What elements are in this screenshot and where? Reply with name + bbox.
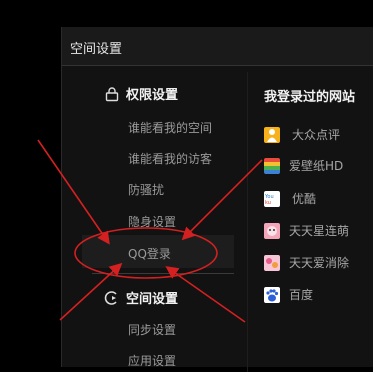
space-section-title: 空间设置	[104, 288, 178, 307]
menu-item-who-can-see-visitors[interactable]: 谁能看我的访客	[128, 150, 212, 167]
site-label: 天天星连萌	[289, 224, 350, 238]
youku-icon: You ku	[264, 190, 280, 207]
site-item-baidu[interactable]: 百度	[264, 286, 313, 303]
baidu-icon	[264, 286, 280, 303]
menu-item-sync-settings[interactable]: 同步设置	[128, 321, 176, 338]
panel-header: 空间设置	[62, 27, 373, 66]
menu-item-invisible-settings[interactable]: 隐身设置	[128, 213, 176, 230]
section-divider	[92, 273, 234, 274]
site-item-aibizhi[interactable]: 爱壁纸HD	[264, 157, 343, 174]
site-label: 大众点评	[292, 128, 341, 142]
svg-text:ku: ku	[265, 200, 271, 206]
site-label: 爱壁纸HD	[289, 159, 344, 173]
settings-panel: 空间设置 权限设置 谁能看我的空间 谁能看我的访客 防骚扰 隐身设置 QQ登录 …	[61, 27, 373, 372]
site-item-tiantian-aixiaochu[interactable]: 天天爱消除	[264, 254, 349, 271]
permission-section-label: 权限设置	[126, 88, 179, 103]
site-label: 百度	[289, 288, 314, 302]
tiantian-aixiaochu-icon	[264, 254, 280, 271]
site-item-tiantian-xinglianmeng[interactable]: 天天星连萌	[264, 222, 349, 239]
menu-item-app-settings[interactable]: 应用设置	[128, 352, 176, 369]
site-label: 天天爱消除	[289, 256, 350, 270]
dianping-icon	[264, 126, 280, 143]
space-settings-icon	[104, 290, 120, 306]
permission-section-title: 权限设置	[104, 84, 178, 103]
space-section-label: 空间设置	[126, 292, 179, 307]
sites-title: 我登录过的网站	[264, 90, 356, 105]
site-label: 优酷	[292, 192, 317, 206]
column-divider	[247, 72, 248, 372]
lock-icon	[104, 86, 120, 102]
aibizhi-icon	[264, 157, 280, 174]
page-title: 空间设置	[70, 42, 123, 57]
site-item-dianping[interactable]: 大众点评	[264, 126, 340, 143]
menu-item-anti-harassment[interactable]: 防骚扰	[128, 181, 164, 198]
menu-item-who-can-see-space[interactable]: 谁能看我的空间	[128, 119, 212, 136]
tiantian-xinglianmeng-icon	[264, 222, 280, 239]
site-item-youku[interactable]: You ku 优酷	[264, 190, 316, 207]
menu-item-qq-login[interactable]: QQ登录	[128, 245, 171, 262]
